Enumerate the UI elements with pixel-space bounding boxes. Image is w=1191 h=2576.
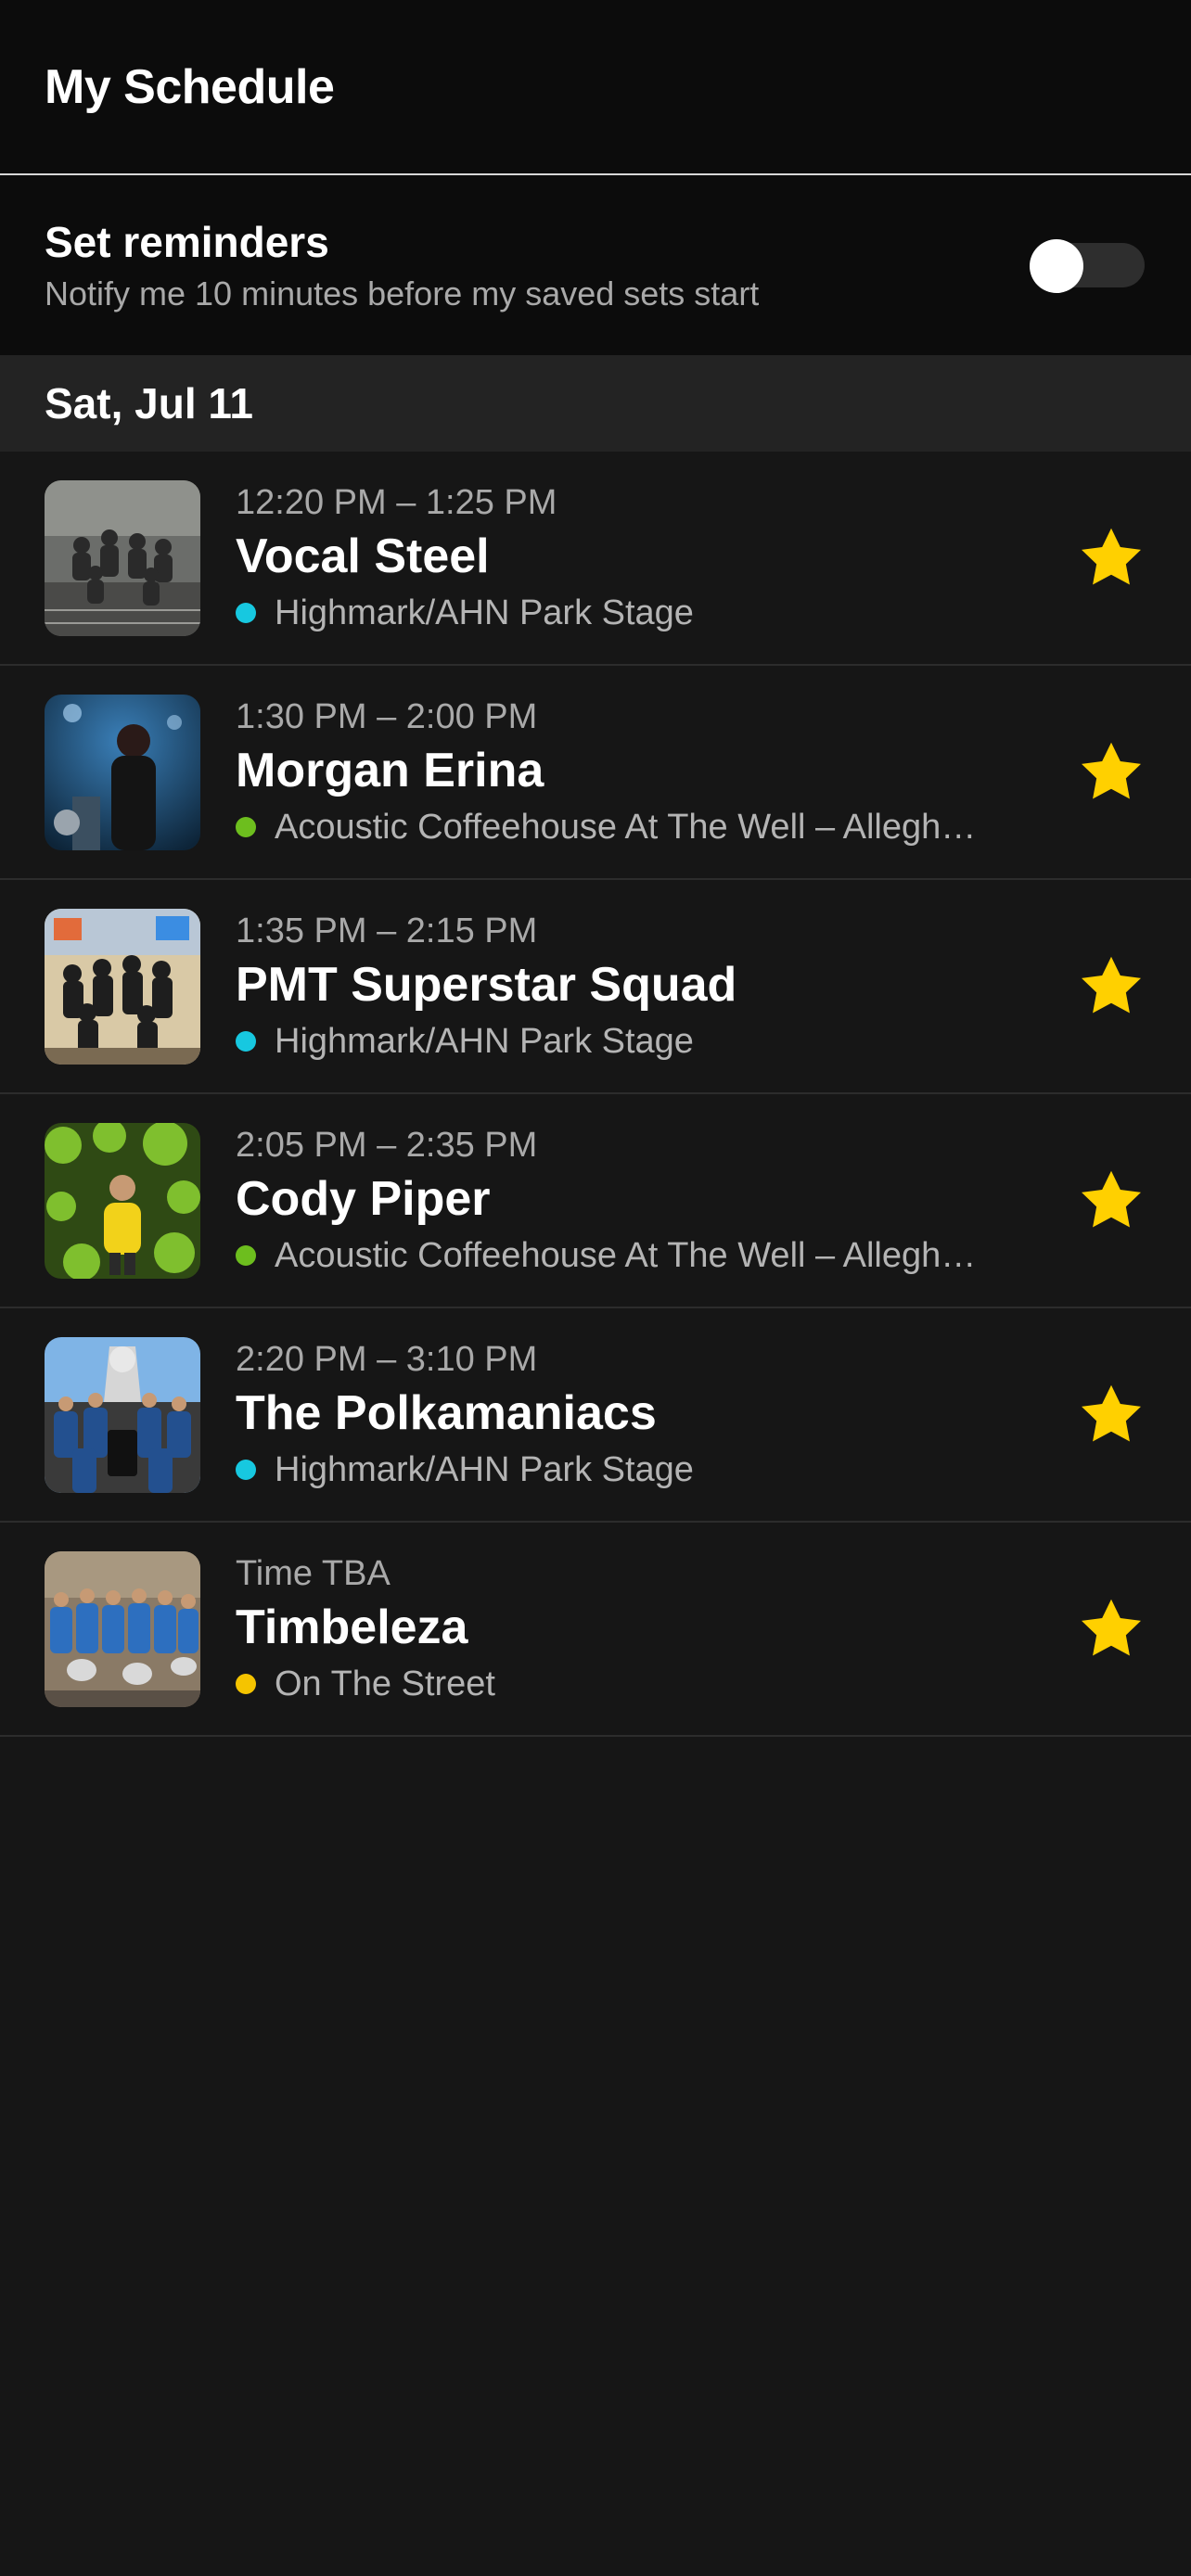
star-icon[interactable] <box>1076 1380 1146 1450</box>
artist-photo <box>45 479 200 636</box>
stage-name: Highmark/AHN Park Stage <box>275 1021 694 1061</box>
stage-name: On The Street <box>275 1664 495 1703</box>
artist-photo <box>45 908 200 1065</box>
stage-color-dot <box>236 817 256 837</box>
stage-name: Highmark/AHN Park Stage <box>275 593 694 632</box>
star-icon[interactable] <box>1076 523 1146 593</box>
star-icon[interactable] <box>1076 737 1146 808</box>
stage-line: Highmark/AHN Park Stage <box>236 1022 1054 1062</box>
reminders-toggle[interactable] <box>1030 239 1145 293</box>
stage-line: Acoustic Coffeehouse At The Well – Alleg… <box>236 1236 1054 1276</box>
set-time: Time TBA <box>236 1553 391 1593</box>
artist-photo <box>45 1122 200 1279</box>
set-time: 12:20 PM – 1:25 PM <box>236 482 557 522</box>
set-time: 1:30 PM – 2:00 PM <box>236 696 538 736</box>
stage-line: Acoustic Coffeehouse At The Well – Alleg… <box>236 808 1054 848</box>
set-row[interactable]: 2:05 PM – 2:35 PM Cody Piper Acoustic Co… <box>0 1094 1191 1308</box>
artist-name: Timbeleza <box>236 1600 468 1654</box>
reminders-title: Set reminders <box>45 218 329 266</box>
stage-color-dot <box>236 1674 256 1694</box>
toggle-knob <box>1030 239 1083 293</box>
set-info: Time TBA Timbeleza On The Street <box>236 1554 1054 1704</box>
star-icon[interactable] <box>1076 951 1146 1022</box>
set-info: 2:20 PM – 3:10 PM The Polkamaniacs Highm… <box>236 1340 1054 1490</box>
stage-color-dot <box>236 1031 256 1052</box>
artist-photo <box>45 1336 200 1493</box>
stage-name: Acoustic Coffeehouse At The Well – Alleg… <box>275 807 977 847</box>
stage-line: Highmark/AHN Park Stage <box>236 593 1054 633</box>
stage-name: Acoustic Coffeehouse At The Well – Alleg… <box>275 1235 977 1275</box>
set-time: 2:05 PM – 2:35 PM <box>236 1125 538 1165</box>
stage-line: Highmark/AHN Park Stage <box>236 1450 1054 1490</box>
set-row[interactable]: Time TBA Timbeleza On The Street <box>0 1523 1191 1737</box>
artist-name: PMT Superstar Squad <box>236 957 737 1012</box>
artist-name: Vocal Steel <box>236 529 490 583</box>
app-header: My Schedule <box>0 0 1191 175</box>
set-time: 1:35 PM – 2:15 PM <box>236 911 538 950</box>
artist-name: Cody Piper <box>236 1171 491 1226</box>
artist-name: The Polkamaniacs <box>236 1385 657 1440</box>
set-row[interactable]: 2:20 PM – 3:10 PM The Polkamaniacs Highm… <box>0 1308 1191 1523</box>
stage-color-dot <box>236 1460 256 1480</box>
set-info: 1:30 PM – 2:00 PM Morgan Erina Acoustic … <box>236 697 1054 848</box>
stage-color-dot <box>236 1245 256 1266</box>
stage-line: On The Street <box>236 1664 1054 1704</box>
artist-name: Morgan Erina <box>236 743 544 797</box>
star-icon[interactable] <box>1076 1166 1146 1236</box>
set-row[interactable]: 1:35 PM – 2:15 PM PMT Superstar Squad Hi… <box>0 880 1191 1094</box>
star-icon[interactable] <box>1076 1594 1146 1664</box>
set-info: 12:20 PM – 1:25 PM Vocal Steel Highmark/… <box>236 483 1054 633</box>
set-info: 1:35 PM – 2:15 PM PMT Superstar Squad Hi… <box>236 912 1054 1062</box>
set-row[interactable]: 12:20 PM – 1:25 PM Vocal Steel Highmark/… <box>0 452 1191 666</box>
artist-photo <box>45 694 200 850</box>
set-row[interactable]: 1:30 PM – 2:00 PM Morgan Erina Acoustic … <box>0 666 1191 880</box>
reminders-text: Set reminders Notify me 10 minutes befor… <box>45 217 759 313</box>
reminders-subtitle: Notify me 10 minutes before my saved set… <box>45 274 760 312</box>
reminders-row: Set reminders Notify me 10 minutes befor… <box>0 175 1191 355</box>
stage-name: Highmark/AHN Park Stage <box>275 1449 694 1489</box>
set-info: 2:05 PM – 2:35 PM Cody Piper Acoustic Co… <box>236 1126 1054 1276</box>
stage-color-dot <box>236 603 256 623</box>
page-title: My Schedule <box>45 59 335 114</box>
artist-photo <box>45 1550 200 1707</box>
schedule-list: 12:20 PM – 1:25 PM Vocal Steel Highmark/… <box>0 452 1191 1737</box>
day-label: Sat, Jul 11 <box>45 379 254 427</box>
day-section-header: Sat, Jul 11 <box>0 355 1191 452</box>
set-time: 2:20 PM – 3:10 PM <box>236 1339 538 1379</box>
